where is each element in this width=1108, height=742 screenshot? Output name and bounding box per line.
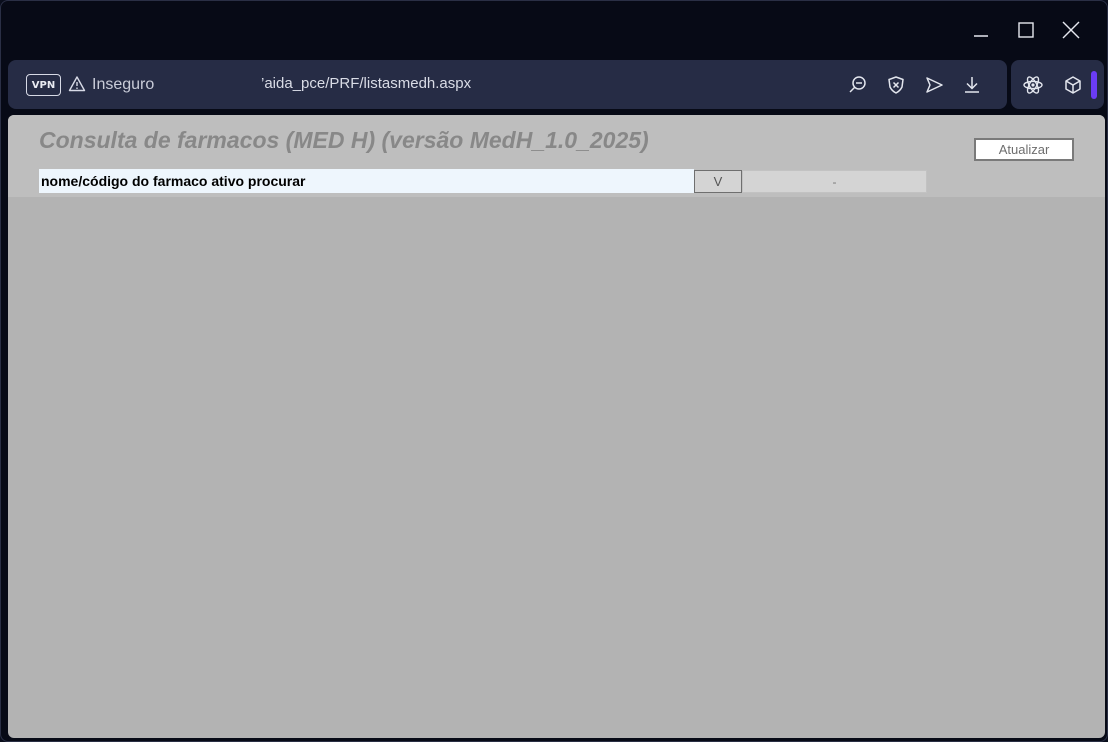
minimize-button[interactable] [958,15,1003,45]
close-button[interactable] [1048,15,1093,45]
download-icon [965,77,979,93]
download-button[interactable] [953,73,991,97]
url-text[interactable]: ’aida_pce/PRF/listasmedh.aspx [261,75,471,92]
browser-window: VPN Inseguro ’aida_pce/PRF/listasmedh.as… [0,0,1108,742]
refresh-button[interactable]: Atualizar [974,138,1074,161]
react-extension-button[interactable] [1021,73,1045,97]
page-content: Consulta de farmacos (MED H) (versão Med… [8,115,1105,738]
zoom-out-icon [849,76,866,93]
extensions-bar [1011,60,1104,109]
v-button[interactable]: V [694,170,742,193]
search-input[interactable]: nome/código do farmaco ativo procurar [39,169,694,193]
sidebar-accent [1091,71,1097,99]
vpn-badge[interactable]: VPN [26,74,61,96]
maximize-icon [1017,22,1034,38]
cube-extension-button[interactable] [1061,73,1085,97]
cube-icon [1065,76,1081,94]
shield-x-icon [888,76,904,94]
send-button[interactable] [915,73,953,97]
shield-button[interactable] [877,73,915,97]
warning-icon[interactable] [68,75,86,93]
page-title: Consulta de farmacos (MED H) (versão Med… [39,127,649,153]
page-header: Consulta de farmacos (MED H) (versão Med… [8,115,1105,197]
atom-icon [1023,76,1043,94]
minimize-icon [973,35,988,37]
address-bar-actions [839,73,991,97]
send-icon [926,77,943,93]
security-status[interactable]: Inseguro [92,76,154,94]
dash-field[interactable]: - [742,170,927,193]
maximize-button[interactable] [1003,15,1048,45]
close-icon [1062,21,1079,39]
address-bar[interactable]: VPN Inseguro ’aida_pce/PRF/listasmedh.as… [8,60,1007,109]
window-controls [958,15,1093,45]
zoom-out-button[interactable] [839,73,877,97]
